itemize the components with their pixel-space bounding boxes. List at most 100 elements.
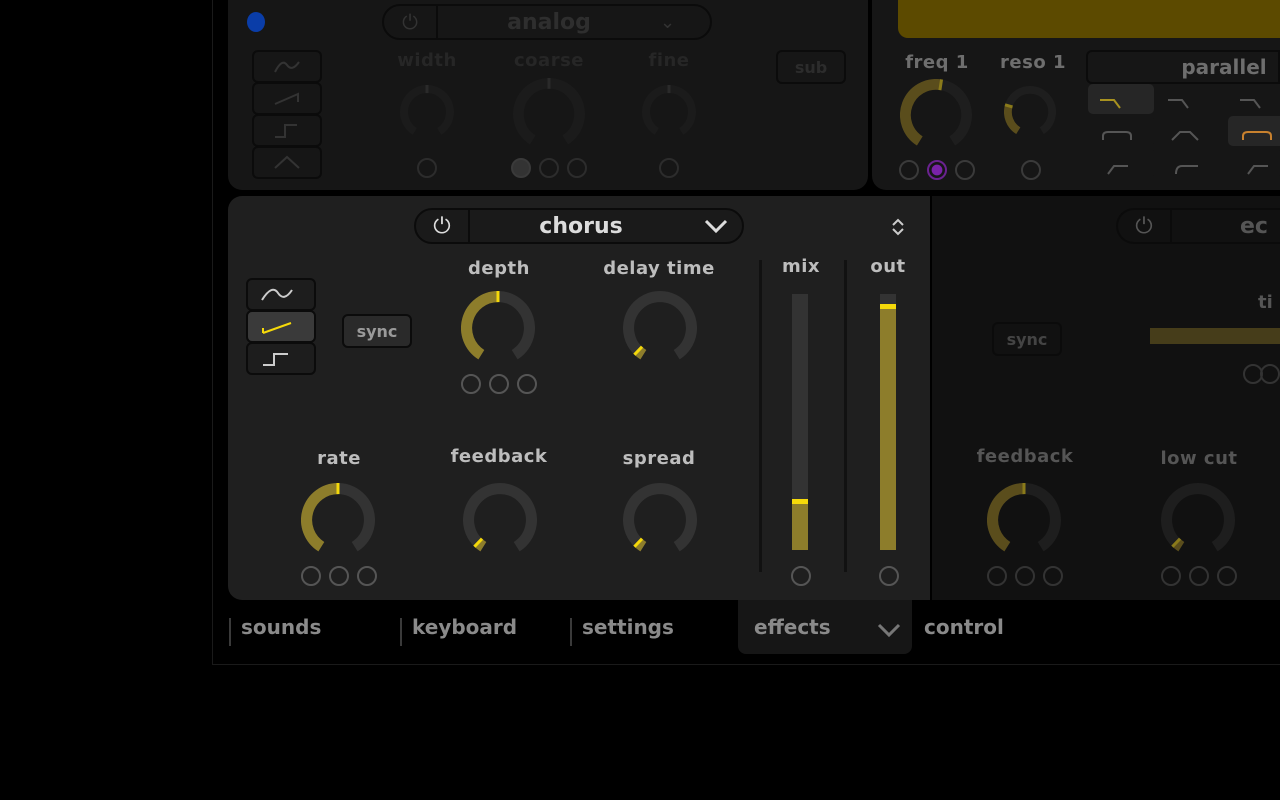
waveform-buttons[interactable]	[252, 50, 322, 180]
effect-preset[interactable]: ec	[1172, 214, 1280, 239]
reorder-arrows-icon[interactable]	[890, 217, 906, 237]
knob-graphic[interactable]	[642, 85, 696, 139]
mod-slot[interactable]	[517, 374, 537, 394]
divider	[759, 260, 762, 572]
mod-slot[interactable]	[539, 158, 559, 178]
echo-time-slider[interactable]	[1150, 328, 1280, 344]
reso-1-knob[interactable]	[1004, 86, 1056, 142]
tab-label: settings	[582, 615, 674, 639]
filter-response-display	[898, 0, 1280, 38]
mod-slot[interactable]	[791, 566, 811, 586]
lfo-waveform-selector[interactable]	[246, 278, 318, 378]
knob-graphic[interactable]	[463, 483, 537, 557]
knob-graphic[interactable]	[301, 483, 375, 557]
mod-slot[interactable]	[1161, 566, 1181, 586]
tab-label: sounds	[241, 615, 322, 639]
knob-graphic[interactable]	[1161, 483, 1235, 557]
slider-fill	[880, 304, 896, 550]
rate-knob[interactable]	[301, 483, 375, 561]
freq-1-knob[interactable]	[900, 79, 972, 155]
knob-track	[463, 483, 537, 552]
mod-slot[interactable]	[511, 158, 531, 178]
knob-label: reso 1	[1000, 52, 1066, 73]
sub-label: sub	[794, 57, 828, 77]
out-slider[interactable]	[880, 294, 896, 550]
power-icon: ⏻	[402, 10, 418, 34]
sync-label: sync	[356, 321, 398, 341]
depth-knob[interactable]	[461, 291, 535, 369]
power-button[interactable]: ⏻	[384, 6, 438, 38]
mod-slot[interactable]	[1217, 566, 1237, 586]
chevron-down-icon[interactable]	[876, 622, 902, 638]
mod-slot[interactable]	[1043, 566, 1063, 586]
filter-type-grid[interactable]	[1088, 84, 1280, 180]
knob-graphic[interactable]	[900, 79, 972, 151]
tab-separator	[400, 618, 402, 646]
mod-slot[interactable]	[417, 158, 437, 178]
mod-slot[interactable]	[567, 158, 587, 178]
knob-graphic[interactable]	[400, 85, 454, 139]
mod-slot[interactable]	[987, 566, 1007, 586]
sub-button[interactable]: sub	[776, 50, 846, 84]
mod-slot[interactable]	[1021, 160, 1041, 180]
tab-separator	[570, 618, 572, 646]
mod-slot[interactable]	[1189, 566, 1209, 586]
knob-value-arc	[987, 483, 1025, 552]
spread-knob[interactable]	[623, 483, 697, 561]
mod-slot[interactable]	[329, 566, 349, 586]
mod-slot[interactable]	[489, 374, 509, 394]
sync-button[interactable]: sync	[342, 314, 412, 348]
chevron-down-icon[interactable]	[692, 216, 742, 236]
sync-button[interactable]: sync	[992, 322, 1062, 356]
delay-time-knob[interactable]	[623, 291, 697, 369]
coarse-knob[interactable]	[513, 78, 585, 154]
knob-label: delay time	[603, 258, 715, 279]
power-icon: ⏻	[1135, 213, 1153, 239]
knob-graphic[interactable]	[513, 78, 585, 150]
oscillator-active-dot[interactable]	[247, 12, 265, 32]
out-label: out	[870, 256, 906, 277]
effect-preset[interactable]: chorus	[470, 214, 692, 239]
knob-graphic[interactable]	[623, 291, 697, 365]
time-label: ti	[1258, 292, 1273, 313]
tab-settings[interactable]: settings	[570, 600, 738, 654]
knob-graphic[interactable]	[623, 483, 697, 557]
mod-slot[interactable]	[1260, 364, 1280, 384]
mod-slot[interactable]	[955, 160, 975, 180]
mod-slot[interactable]	[659, 158, 679, 178]
low-cut-knob[interactable]	[1161, 483, 1235, 561]
chevron-down-icon[interactable]: ⌄	[660, 12, 710, 33]
knob-label: low cut	[1160, 448, 1238, 469]
slider-fill	[792, 498, 808, 550]
filter-mode-select[interactable]: parallel	[1086, 50, 1280, 84]
knob-track	[623, 291, 697, 360]
power-button[interactable]: ⏻	[1118, 210, 1172, 242]
mod-slot[interactable]	[1015, 566, 1035, 586]
divider	[844, 260, 847, 572]
knob-graphic[interactable]	[987, 483, 1061, 557]
mix-slider[interactable]	[792, 294, 808, 550]
knob-track	[1161, 483, 1235, 552]
knob-indicator	[1004, 103, 1013, 109]
tab-keyboard[interactable]: keyboard	[400, 600, 570, 654]
knob-label: spread	[622, 448, 696, 469]
power-button[interactable]: ⏻	[416, 210, 470, 242]
oscillator-preset[interactable]: analog	[438, 10, 660, 35]
fine-knob[interactable]	[642, 85, 696, 143]
mod-slot[interactable]	[879, 566, 899, 586]
mod-slot[interactable]	[461, 374, 481, 394]
width-knob[interactable]	[400, 85, 454, 143]
knob-value-arc	[900, 79, 942, 146]
mod-slot-active[interactable]	[927, 160, 947, 180]
mod-slot[interactable]	[899, 160, 919, 180]
tab-control[interactable]: control	[912, 600, 1062, 654]
echo-feedback-knob[interactable]	[987, 483, 1061, 561]
knob-graphic[interactable]	[1004, 86, 1056, 138]
tab-sounds[interactable]: sounds	[229, 600, 399, 654]
mod-slot[interactable]	[357, 566, 377, 586]
feedback-knob[interactable]	[463, 483, 537, 561]
oscillator-header: ⏻ analog ⌄	[382, 4, 712, 40]
mod-slot[interactable]	[301, 566, 321, 586]
tab-effects[interactable]: effects	[738, 600, 912, 654]
knob-graphic[interactable]	[461, 291, 535, 365]
